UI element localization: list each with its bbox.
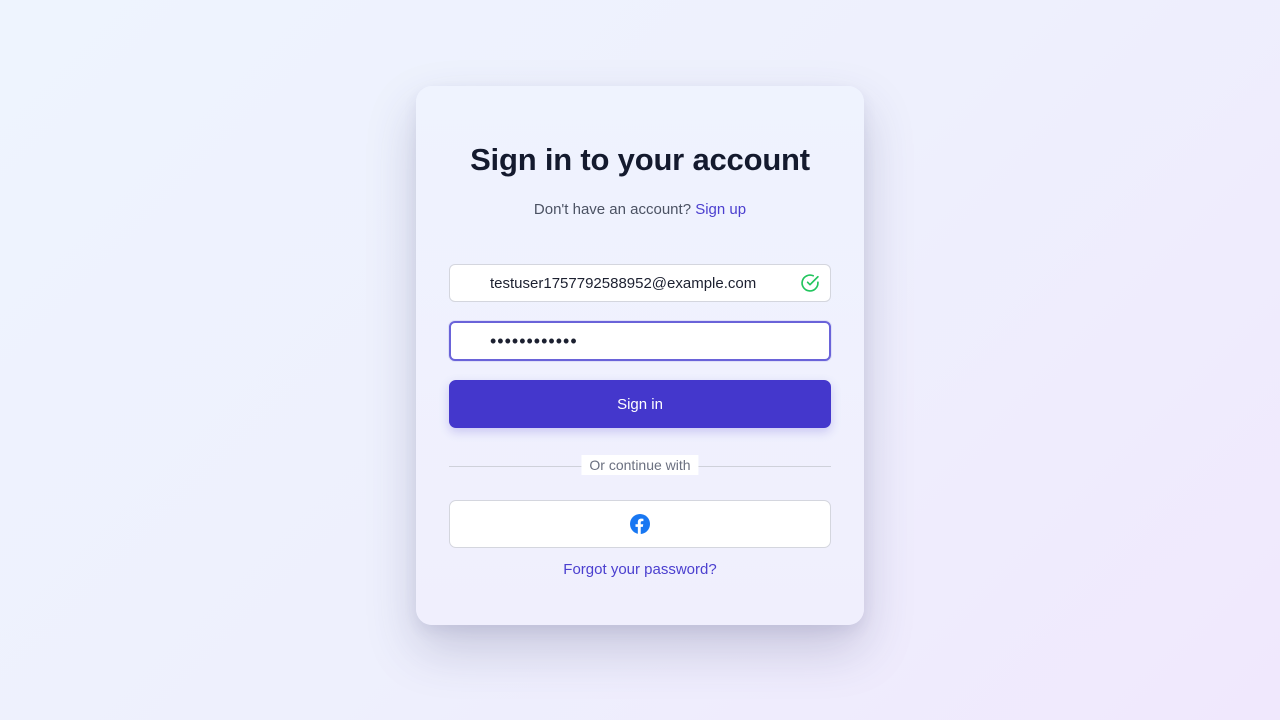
signup-link[interactable]: Sign up xyxy=(695,201,746,218)
password-field-wrapper xyxy=(449,321,831,361)
signup-prompt: Don't have an account? Sign up xyxy=(416,201,864,218)
check-circle-icon xyxy=(801,274,819,292)
forgot-password-link[interactable]: Forgot your password? xyxy=(563,561,716,578)
password-field[interactable] xyxy=(451,323,829,359)
login-card: Sign in to your account Don't have an ac… xyxy=(416,86,864,625)
signup-prompt-text: Don't have an account? xyxy=(533,201,692,218)
sign-in-button[interactable]: Sign in xyxy=(449,380,831,428)
facebook-login-button[interactable] xyxy=(449,500,831,548)
divider: Or continue with xyxy=(449,455,831,477)
forgot-password: Forgot your password? xyxy=(416,561,864,578)
email-field[interactable] xyxy=(450,265,830,301)
page-title: Sign in to your account xyxy=(470,142,810,177)
email-field-wrapper xyxy=(449,264,831,302)
facebook-icon xyxy=(630,514,650,534)
divider-text: Or continue with xyxy=(581,455,699,475)
